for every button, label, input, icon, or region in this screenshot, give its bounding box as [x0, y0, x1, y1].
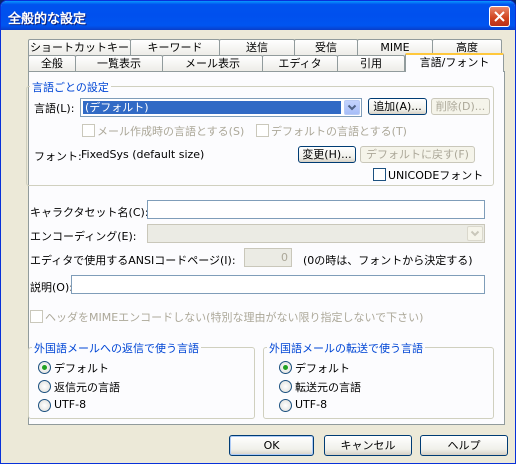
language-label: 言語(L): — [34, 102, 75, 115]
ansi-codepage-input[interactable]: 0 — [244, 248, 292, 267]
forward-utf8-label: UTF-8 — [295, 398, 328, 411]
mail-lang-checkbox-label: メール作成時の言語とする(S) — [97, 125, 245, 138]
forward-utf8-radio[interactable] — [279, 399, 292, 412]
charset-label: キャラクタセット名(C): — [30, 206, 149, 219]
radio-selected-dot — [42, 365, 47, 370]
reply-default-label: デフォルト — [54, 362, 109, 375]
language-selected-value: (デフォルト) — [83, 101, 341, 114]
ansi-codepage-note: (0の時は、フォントから決定する) — [303, 254, 473, 267]
panel-content: 言語ごとの設定 言語(L): (デフォルト) 追加(A)... 削除(D)...… — [1, 1, 515, 463]
chevron-down-icon — [470, 230, 480, 237]
font-value: FixedSys (default size) — [81, 148, 205, 161]
help-button[interactable]: ヘルプ — [420, 435, 508, 456]
mime-header-checkbox-label: ヘッダをMIMEエンコードしない(特別な理由がない限り指定しないで下さい) — [45, 311, 424, 324]
language-select[interactable]: (デフォルト) — [80, 98, 362, 117]
encoding-label: エンコーディング(E): — [30, 230, 137, 243]
dropdown-arrow-button[interactable] — [467, 226, 483, 241]
chevron-down-icon — [347, 104, 357, 111]
add-language-button[interactable]: 追加(A)... — [368, 98, 427, 115]
default-lang-checkbox-label: デフォルトの言語とする(T) — [271, 125, 407, 138]
settings-dialog: 全般的な設定 ショートカットキー キーワード 送信 受信 MIME 高度 全般 … — [0, 0, 516, 464]
reply-original-label: 返信元の言語 — [54, 381, 120, 394]
reply-utf8-label: UTF-8 — [54, 398, 87, 411]
ok-button[interactable]: OK — [229, 435, 314, 456]
mail-lang-checkbox[interactable] — [82, 124, 95, 137]
reset-font-button[interactable]: デフォルトに戻す(F) — [360, 146, 475, 163]
font-label: フォント: — [34, 150, 82, 163]
ansi-codepage-label: エディタで使用するANSIコードページ(I): — [30, 254, 236, 267]
encoding-select[interactable] — [147, 224, 485, 243]
forward-language-title: 外国語メールの転送で使う言語 — [267, 340, 425, 356]
description-label: 説明(O): — [30, 281, 73, 294]
dropdown-arrow-button[interactable] — [344, 100, 360, 115]
forward-default-radio[interactable] — [279, 361, 292, 374]
description-input[interactable] — [71, 275, 485, 294]
forward-default-label: デフォルト — [295, 362, 350, 375]
cancel-button[interactable]: キャンセル — [324, 435, 412, 456]
delete-language-button[interactable]: 削除(D)... — [431, 98, 490, 115]
reply-utf8-radio[interactable] — [38, 399, 51, 412]
forward-original-radio[interactable] — [279, 380, 292, 393]
mime-header-checkbox[interactable] — [30, 310, 43, 323]
forward-original-label: 転送元の言語 — [295, 381, 361, 394]
reply-original-radio[interactable] — [38, 380, 51, 393]
reply-default-radio[interactable] — [38, 361, 51, 374]
reply-language-title: 外国語メールへの返信で使う言語 — [32, 340, 201, 356]
change-font-button[interactable]: 変更(H)... — [298, 146, 356, 163]
radio-selected-dot — [283, 365, 288, 370]
language-settings-title: 言語ごとの設定 — [30, 79, 111, 95]
default-lang-checkbox[interactable] — [256, 124, 269, 137]
unicode-font-label: UNICODEフォント — [388, 169, 484, 182]
unicode-font-checkbox[interactable] — [373, 168, 386, 181]
charset-input[interactable] — [147, 200, 485, 219]
